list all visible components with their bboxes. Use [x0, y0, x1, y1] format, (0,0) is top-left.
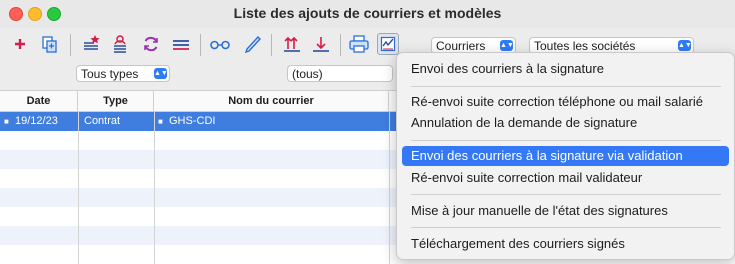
- column-header-date[interactable]: Date: [0, 91, 78, 112]
- window-title: Liste des ajouts de courriers et modèles: [233, 5, 502, 21]
- refresh-icon[interactable]: [140, 33, 162, 55]
- chevron-updown-icon: ▲▼: [154, 68, 168, 79]
- column-divider: [78, 112, 79, 264]
- sort-up-icon[interactable]: [281, 33, 303, 55]
- menu-separator: [411, 227, 721, 228]
- signature-menu-icon[interactable]: [377, 33, 399, 55]
- menu-item-envoi-signature[interactable]: Envoi des courriers à la signature: [402, 59, 729, 79]
- menu-item-annulation[interactable]: Annulation de la demande de signature: [402, 113, 729, 133]
- menu-item-renvoi-validateur[interactable]: Ré-envoi suite correction mail validateu…: [402, 168, 729, 188]
- chevron-updown-icon: ▲▼: [500, 40, 514, 51]
- tous-filter-value: (tous): [292, 67, 323, 81]
- menu-separator: [411, 86, 721, 87]
- column-header-nom[interactable]: Nom du courrier: [154, 91, 389, 112]
- pen-icon[interactable]: [241, 33, 263, 55]
- list-lines-icon[interactable]: [170, 33, 192, 55]
- sort-down-icon[interactable]: [310, 33, 332, 55]
- menu-separator: [411, 140, 721, 141]
- list-star-icon[interactable]: [80, 33, 102, 55]
- title-bar: Liste des ajouts de courriers et modèles: [0, 0, 735, 28]
- menu-item-telechargement[interactable]: Téléchargement des courriers signés: [402, 234, 729, 254]
- column-divider: [389, 112, 390, 264]
- add-icon[interactable]: [9, 33, 31, 55]
- column-divider: [154, 112, 155, 264]
- row-marker-icon: ■: [158, 117, 163, 126]
- toolbar-separator: [271, 34, 272, 56]
- type-filter-select[interactable]: Tous types ▲▼: [76, 65, 170, 82]
- row-marker-icon: ■: [4, 117, 9, 126]
- printer-icon[interactable]: [348, 33, 370, 55]
- person-list-icon[interactable]: [109, 33, 131, 55]
- cell-type: Contrat: [84, 115, 121, 127]
- signature-menu: Envoi des courriers à la signature Ré-en…: [396, 52, 735, 260]
- menu-item-renvoi-correction-salarie[interactable]: Ré-envoi suite correction téléphone ou m…: [402, 92, 729, 112]
- menu-item-envoi-via-validation[interactable]: Envoi des courriers à la signature via v…: [402, 146, 729, 166]
- chevron-updown-icon: ▲▼: [678, 40, 692, 51]
- duplicate-icon[interactable]: [38, 33, 60, 55]
- glasses-icon[interactable]: [209, 33, 231, 55]
- menu-item-mise-a-jour-etat[interactable]: Mise à jour manuelle de l'état des signa…: [402, 201, 729, 221]
- toolbar-separator: [340, 34, 341, 56]
- menu-separator: [411, 194, 721, 195]
- cell-date: 19/12/23: [15, 115, 58, 127]
- toolbar-separator: [200, 34, 201, 56]
- tous-filter-select[interactable]: (tous): [287, 65, 393, 82]
- societes-select-value: Toutes les sociétés: [534, 39, 636, 53]
- column-header-type[interactable]: Type: [78, 91, 154, 112]
- toolbar-separator: [70, 34, 71, 56]
- type-filter-value: Tous types: [81, 67, 139, 81]
- courriers-select-value: Courriers: [436, 39, 486, 53]
- cell-nom: GHS-CDI: [169, 115, 216, 127]
